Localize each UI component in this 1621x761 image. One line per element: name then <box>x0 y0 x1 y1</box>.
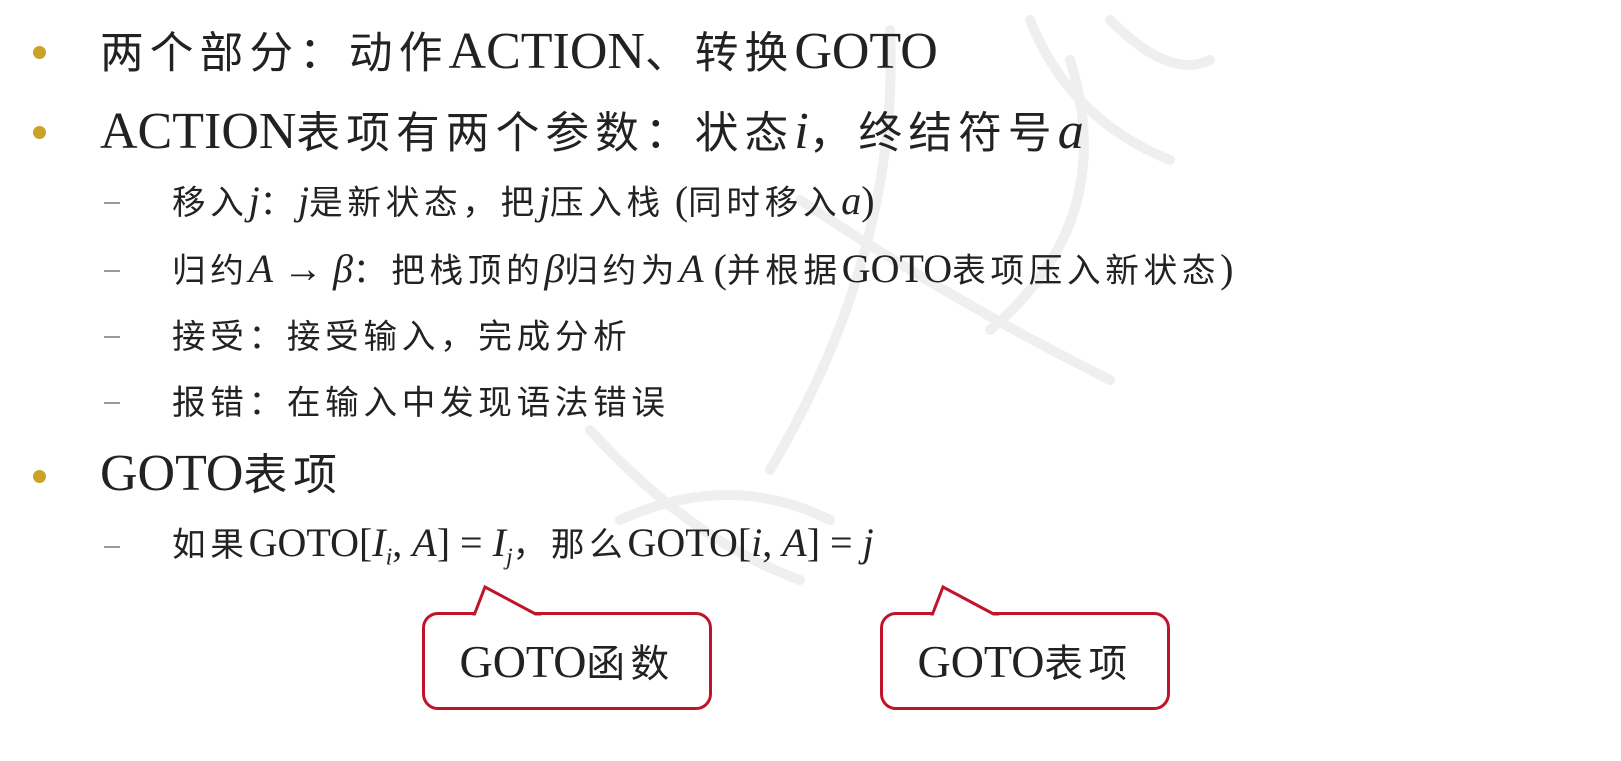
math-var: I <box>372 520 386 565</box>
text-segment: ACTION <box>448 23 645 80</box>
bullet-marker <box>33 46 46 59</box>
text-segment: ，终结符号 <box>808 108 1058 159</box>
text-segment: GOTO[ <box>248 520 373 565</box>
arrow-symbol: → <box>273 246 334 291</box>
math-var: A <box>782 520 807 565</box>
math-subscript: j <box>505 544 513 571</box>
math-var: j <box>538 178 550 223</box>
text-segment: ) <box>861 178 875 223</box>
bullet-marker <box>33 126 46 139</box>
text-segment: 表项压入新状态 <box>952 251 1221 290</box>
callout-text: GOTO <box>917 635 1045 687</box>
subitem-reduce: 归约A → β：把栈顶的β归约为A (并根据GOTO表项压入新状态) <box>172 244 1233 296</box>
subitem-error: 报错：在输入中发现语法错误 <box>172 376 670 428</box>
sub-bullet-dash <box>104 270 120 272</box>
sub-bullet-dash <box>104 202 120 204</box>
text-segment: ] = <box>806 520 863 565</box>
math-var: j <box>862 520 874 565</box>
text-segment: 把栈顶的 <box>391 251 545 290</box>
callout-text: 表项 <box>1044 642 1133 687</box>
math-var: β <box>544 246 565 291</box>
text-segment: 如果 <box>172 525 249 564</box>
text-segment: GOTO <box>100 445 244 502</box>
callout-goto-function: GOTO 函数 <box>422 584 712 710</box>
text-segment: GOTO[ <box>627 520 752 565</box>
math-var: j <box>248 178 260 223</box>
text-segment: 并根据 <box>726 251 842 290</box>
callout-text: 函数 <box>586 642 675 687</box>
text-segment: ： <box>248 383 287 422</box>
text-segment: 同时移入 <box>688 183 842 222</box>
text-segment: 在输入中发现语法错误 <box>286 383 670 422</box>
text-segment: 两个部分：动作 <box>100 28 449 79</box>
math-var: A <box>679 246 704 291</box>
text-segment: 报错 <box>172 383 249 422</box>
watermark <box>585 15 1215 585</box>
bullet-line-goto: GOTO表项 <box>100 444 343 506</box>
text-segment: ： <box>259 183 298 222</box>
text-segment: 是新状态，把 <box>309 183 539 222</box>
bullet-marker <box>33 470 46 483</box>
bullet-line-action: ACTION表项有两个参数：状态i，终结符号a <box>100 102 1084 164</box>
math-var: β <box>333 246 353 291</box>
math-var: a <box>1057 103 1084 160</box>
callout-text: GOTO <box>459 635 587 687</box>
text-segment: 归约为 <box>564 251 680 290</box>
sub-bullet-dash <box>104 402 120 404</box>
text-segment: ACTION <box>100 103 297 160</box>
math-var: a <box>841 178 862 223</box>
text-segment: ( <box>664 178 689 223</box>
text-segment: ( <box>703 246 727 291</box>
text-segment: 归约 <box>172 251 249 290</box>
math-var: j <box>298 178 310 223</box>
text-segment: , <box>392 520 413 565</box>
text-segment: 压入栈 <box>549 183 665 222</box>
text-segment: ) <box>1220 246 1234 291</box>
math-var: A <box>248 246 274 291</box>
text-segment: ： <box>352 251 392 290</box>
math-var: A <box>412 520 437 565</box>
math-var: I <box>492 520 506 565</box>
text-segment: 移入 <box>172 183 249 222</box>
sub-bullet-dash <box>104 336 120 338</box>
callout-pointer <box>928 584 1003 621</box>
bullet-line-two-parts: 两个部分：动作ACTION、转换GOTO <box>100 22 938 84</box>
text-segment: , <box>762 520 783 565</box>
text-segment: ，那么 <box>512 525 628 564</box>
text-segment: ： <box>248 317 287 356</box>
callout-goto-table: GOTO 表项 <box>880 584 1170 710</box>
text-segment: GOTO <box>794 23 938 80</box>
text-segment: 表项有两个参数：状态 <box>296 108 795 159</box>
math-var: i <box>751 520 763 565</box>
text-segment: 接受 <box>172 317 249 356</box>
text-segment: 表项 <box>243 450 344 501</box>
subitem-accept: 接受：接受输入，完成分析 <box>172 310 631 362</box>
math-var: i <box>794 103 809 160</box>
text-segment: ] = <box>436 520 493 565</box>
subitem-shift: 移入j：j是新状态，把j压入栈 (同时移入a) <box>172 176 875 228</box>
text-segment: GOTO <box>841 246 953 291</box>
text-segment: 、转换 <box>644 28 795 79</box>
text-segment: 接受输入，完成分析 <box>286 317 632 356</box>
callout-pointer <box>470 584 545 621</box>
sub-bullet-dash <box>104 546 120 548</box>
subitem-goto-definition: 如果GOTO[Ii, A] = Ij，那么GOTO[i, A] = j <box>172 518 874 582</box>
